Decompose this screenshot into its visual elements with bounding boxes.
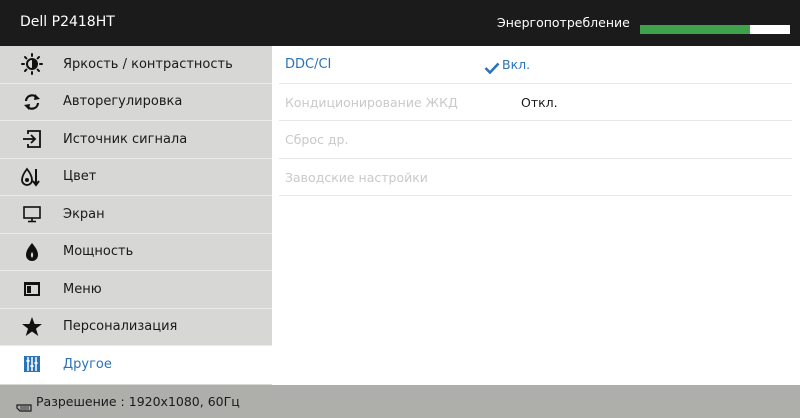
- input-source-icon: [20, 127, 44, 151]
- others-icon: [20, 352, 44, 376]
- osd-header: Dell P2418HT Энергопотребление: [0, 0, 800, 46]
- option-label: Кондиционирование ЖКД: [285, 94, 458, 110]
- display-port-icon: [16, 397, 32, 416]
- sidebar-item-label: Источник сигнала: [63, 131, 188, 147]
- sidebar-item-auto-adjust[interactable]: Авторегулировка: [0, 84, 272, 121]
- option-row-reset-others[interactable]: Сброс др.: [279, 121, 792, 159]
- sidebar-item-label: Авторегулировка: [63, 94, 183, 110]
- option-value: Вкл.: [502, 57, 531, 72]
- option-label: Заводские настройки: [285, 169, 428, 185]
- sidebar-item-brightness-contrast[interactable]: Яркость / контрастность: [0, 46, 272, 84]
- brightness-icon: [20, 52, 44, 76]
- sidebar-item-personalize[interactable]: Персонализация: [0, 309, 272, 346]
- osd-sidebar: Яркость / контрастность Авторегулировка: [0, 46, 272, 385]
- sidebar-item-label: Яркость / контрастность: [63, 56, 233, 72]
- power-usage-label: Энергопотребление: [497, 15, 630, 30]
- color-icon: [20, 165, 44, 189]
- menu-icon: [20, 277, 44, 301]
- osd-footer: Разрешение : 1920x1080, 60Гц: [0, 385, 800, 418]
- sidebar-item-label: Меню: [63, 281, 102, 297]
- osd-main-panel: DDC/CI Вкл. Кондиционирование ЖКД Откл. …: [272, 46, 800, 385]
- sidebar-item-label: Экран: [63, 206, 105, 222]
- option-row-lcd-conditioning[interactable]: Кондиционирование ЖКД Откл.: [279, 84, 792, 121]
- sidebar-item-input-source[interactable]: Источник сигнала: [0, 121, 272, 159]
- sidebar-item-label: Цвет: [63, 169, 97, 185]
- star-icon: [20, 315, 44, 339]
- power-usage-bar: [640, 25, 790, 34]
- sidebar-item-label: Мощность: [63, 244, 134, 260]
- sidebar-item-power[interactable]: Мощность: [0, 234, 272, 271]
- option-value: Откл.: [521, 94, 558, 110]
- power-icon: [20, 240, 44, 264]
- resolution-status: Разрешение : 1920x1080, 60Гц: [36, 394, 240, 409]
- sidebar-item-color[interactable]: Цвет: [0, 159, 272, 196]
- option-label: Сброс др.: [285, 132, 349, 147]
- checkmark-icon: [484, 59, 500, 78]
- display-icon: [20, 202, 44, 226]
- sidebar-item-label: Другое: [63, 356, 112, 372]
- option-row-ddc-ci[interactable]: DDC/CI Вкл.: [279, 46, 792, 84]
- sidebar-item-label: Персонализация: [63, 319, 178, 335]
- monitor-model: Dell P2418HT: [20, 14, 115, 30]
- power-usage-fill: [640, 25, 750, 34]
- sidebar-item-display[interactable]: Экран: [0, 196, 272, 234]
- option-label: DDC/CI: [285, 57, 332, 72]
- sidebar-item-others[interactable]: Другое: [0, 346, 272, 384]
- auto-adjust-icon: [20, 90, 44, 114]
- option-row-factory-reset[interactable]: Заводские настройки: [279, 159, 792, 196]
- sidebar-item-menu[interactable]: Меню: [0, 271, 272, 309]
- monitor-osd: Dell P2418HT Энергопотребление Яркость /…: [0, 0, 800, 418]
